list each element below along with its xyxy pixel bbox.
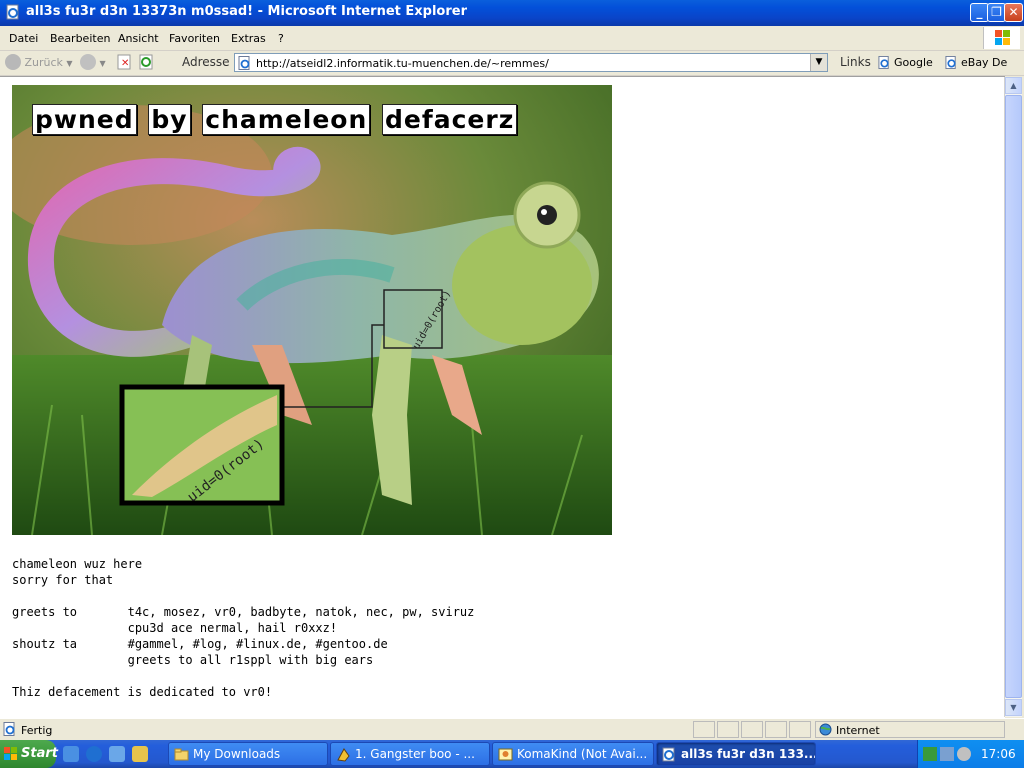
- ie-page-icon: [3, 722, 15, 736]
- status-text: Fertig: [21, 724, 53, 737]
- forward-arrow-icon: [80, 54, 96, 70]
- task-internet-explorer[interactable]: all3s fu3r d3n 133...: [656, 742, 816, 766]
- links-label[interactable]: Links: [840, 55, 871, 69]
- banner-word: defacerz: [382, 104, 518, 135]
- defacement-banner: pwned by chameleon defacerz: [32, 104, 519, 135]
- display-icon[interactable]: [940, 747, 954, 761]
- chameleon-picture: uid=0(root) uid=0(root): [12, 85, 612, 535]
- task-winamp[interactable]: 1. Gangster boo - ...: [330, 742, 490, 766]
- status-panel: [765, 721, 787, 738]
- forward-button[interactable]: ▼: [80, 54, 108, 72]
- menu-bar: Datei Bearbeiten Ansicht Favoriten Extra…: [0, 26, 1024, 51]
- winamp-icon: [337, 748, 350, 762]
- window-title-bar[interactable]: all3s fu3r d3n 13373n m0ssad! - Microsof…: [0, 0, 1024, 26]
- status-panel: [741, 721, 763, 738]
- back-label: Zurück: [24, 56, 63, 69]
- task-label: all3s fu3r d3n 133...: [681, 747, 816, 761]
- scroll-thumb[interactable]: [1005, 95, 1022, 698]
- menu-ansicht[interactable]: Ansicht: [118, 32, 159, 45]
- address-label: Adresse: [182, 55, 230, 69]
- defacement-image: uid=0(root) uid=0(root) pwned by chamele…: [12, 85, 612, 535]
- status-panel: [789, 721, 811, 738]
- link-ebay[interactable]: eBay De: [945, 56, 1007, 69]
- back-button[interactable]: Zurück ▼: [5, 54, 75, 72]
- menu-datei[interactable]: Datei: [9, 32, 38, 45]
- banner-word: chameleon: [202, 104, 371, 135]
- status-panel: [717, 721, 739, 738]
- chevron-down-icon: ▼: [66, 59, 73, 68]
- menu-bearbeiten[interactable]: Bearbeiten: [50, 32, 110, 45]
- task-label: 1. Gangster boo - ...: [355, 747, 475, 761]
- ie-page-icon: [238, 56, 250, 70]
- network-icon[interactable]: [923, 747, 937, 761]
- show-desktop-icon[interactable]: [63, 746, 79, 762]
- system-tray: 17:06: [917, 740, 1024, 768]
- clock[interactable]: 17:06: [981, 747, 1016, 761]
- status-bar: Fertig Internet: [0, 718, 1024, 741]
- page-content: uid=0(root) uid=0(root) pwned by chamele…: [0, 76, 1005, 718]
- address-url: http://atseidl2.informatik.tu-muenchen.d…: [256, 57, 549, 70]
- scroll-down-button[interactable]: ▼: [1005, 699, 1022, 716]
- banner-word: pwned: [32, 104, 137, 135]
- address-dropdown-button[interactable]: ▼: [810, 54, 827, 71]
- refresh-button[interactable]: [139, 54, 155, 72]
- security-zone[interactable]: Internet: [815, 721, 1005, 738]
- volume-icon[interactable]: [957, 747, 971, 761]
- ie-quicklaunch-icon[interactable]: [86, 746, 102, 762]
- windows-logo-icon: [983, 27, 1020, 49]
- ie-page-icon: [6, 4, 19, 20]
- messenger-icon: [498, 748, 513, 761]
- chevron-down-icon: ▼: [99, 59, 106, 68]
- vertical-scrollbar[interactable]: ▲ ▼: [1004, 77, 1022, 717]
- start-button[interactable]: Start: [0, 740, 58, 768]
- folder-icon: [174, 748, 189, 761]
- stop-button[interactable]: ✕: [117, 54, 133, 72]
- menu-help[interactable]: ?: [278, 32, 284, 45]
- close-button[interactable]: ✕: [1004, 3, 1023, 22]
- start-label: Start: [21, 746, 58, 761]
- winamp-quicklaunch-icon[interactable]: [132, 746, 148, 762]
- outlook-express-icon[interactable]: [109, 746, 125, 762]
- stop-icon: ✕: [117, 54, 131, 70]
- task-label: My Downloads: [193, 747, 281, 761]
- globe-icon: [819, 723, 832, 736]
- link-label: Google: [894, 56, 933, 69]
- address-field[interactable]: http://atseidl2.informatik.tu-muenchen.d…: [234, 53, 828, 72]
- taskbar: Start My Downloads 1. Gangster boo - ...…: [0, 740, 1024, 768]
- task-messenger[interactable]: KomaKind (Not Avai...: [492, 742, 654, 766]
- scroll-up-button[interactable]: ▲: [1005, 77, 1022, 94]
- ie-page-icon: [878, 56, 889, 69]
- windows-flag-icon: [4, 747, 17, 760]
- banner-word: by: [148, 104, 191, 135]
- task-label: KomaKind (Not Avai...: [517, 747, 648, 761]
- ie-icon: [662, 747, 675, 762]
- ie-page-icon: [945, 56, 956, 69]
- link-label: eBay De: [961, 56, 1008, 69]
- window-title: all3s fu3r d3n 13373n m0ssad! - Microsof…: [26, 4, 467, 19]
- task-my-downloads[interactable]: My Downloads: [168, 742, 328, 766]
- back-arrow-icon: [5, 54, 21, 70]
- refresh-icon: [139, 54, 153, 70]
- svg-text:✕: ✕: [121, 58, 129, 69]
- link-google[interactable]: Google: [878, 56, 933, 69]
- status-panel: [693, 721, 715, 738]
- menu-favoriten[interactable]: Favoriten: [169, 32, 220, 45]
- zone-label: Internet: [836, 724, 880, 737]
- toolbar: Zurück ▼ ▼ ✕ Adresse http://atseidl2.inf…: [0, 51, 1024, 76]
- defacement-message: chameleon wuz here sorry for that greets…: [12, 557, 475, 699]
- menu-extras[interactable]: Extras: [231, 32, 266, 45]
